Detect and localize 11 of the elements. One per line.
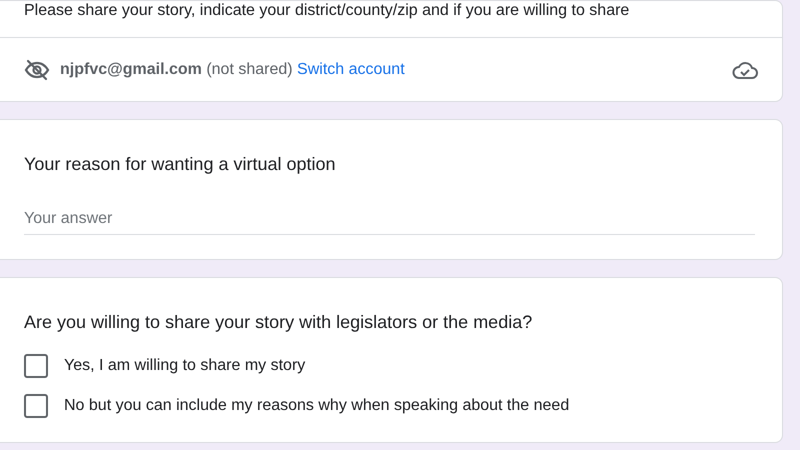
eye-slash-icon [24,58,50,82]
cloud-check-icon [732,60,758,80]
question-title: Are you willing to share your story with legislators or the media? [24,311,534,334]
account-info: njpfvc@gmail.com (not shared) Switch account [60,60,406,78]
option-label: No but you can include my reasons why when speaking about the need [64,397,570,415]
switch-account-link[interactable]: Switch account [297,60,405,78]
option-label: Yes, I am willing to share my story [64,357,306,375]
form-description: Please share your story, indicate your district/county/zip and if you are willing to share [0,1,782,38]
checkbox[interactable] [24,354,48,378]
question-title: Your reason for wanting a virtual option [24,153,337,176]
checkbox[interactable] [24,394,48,418]
